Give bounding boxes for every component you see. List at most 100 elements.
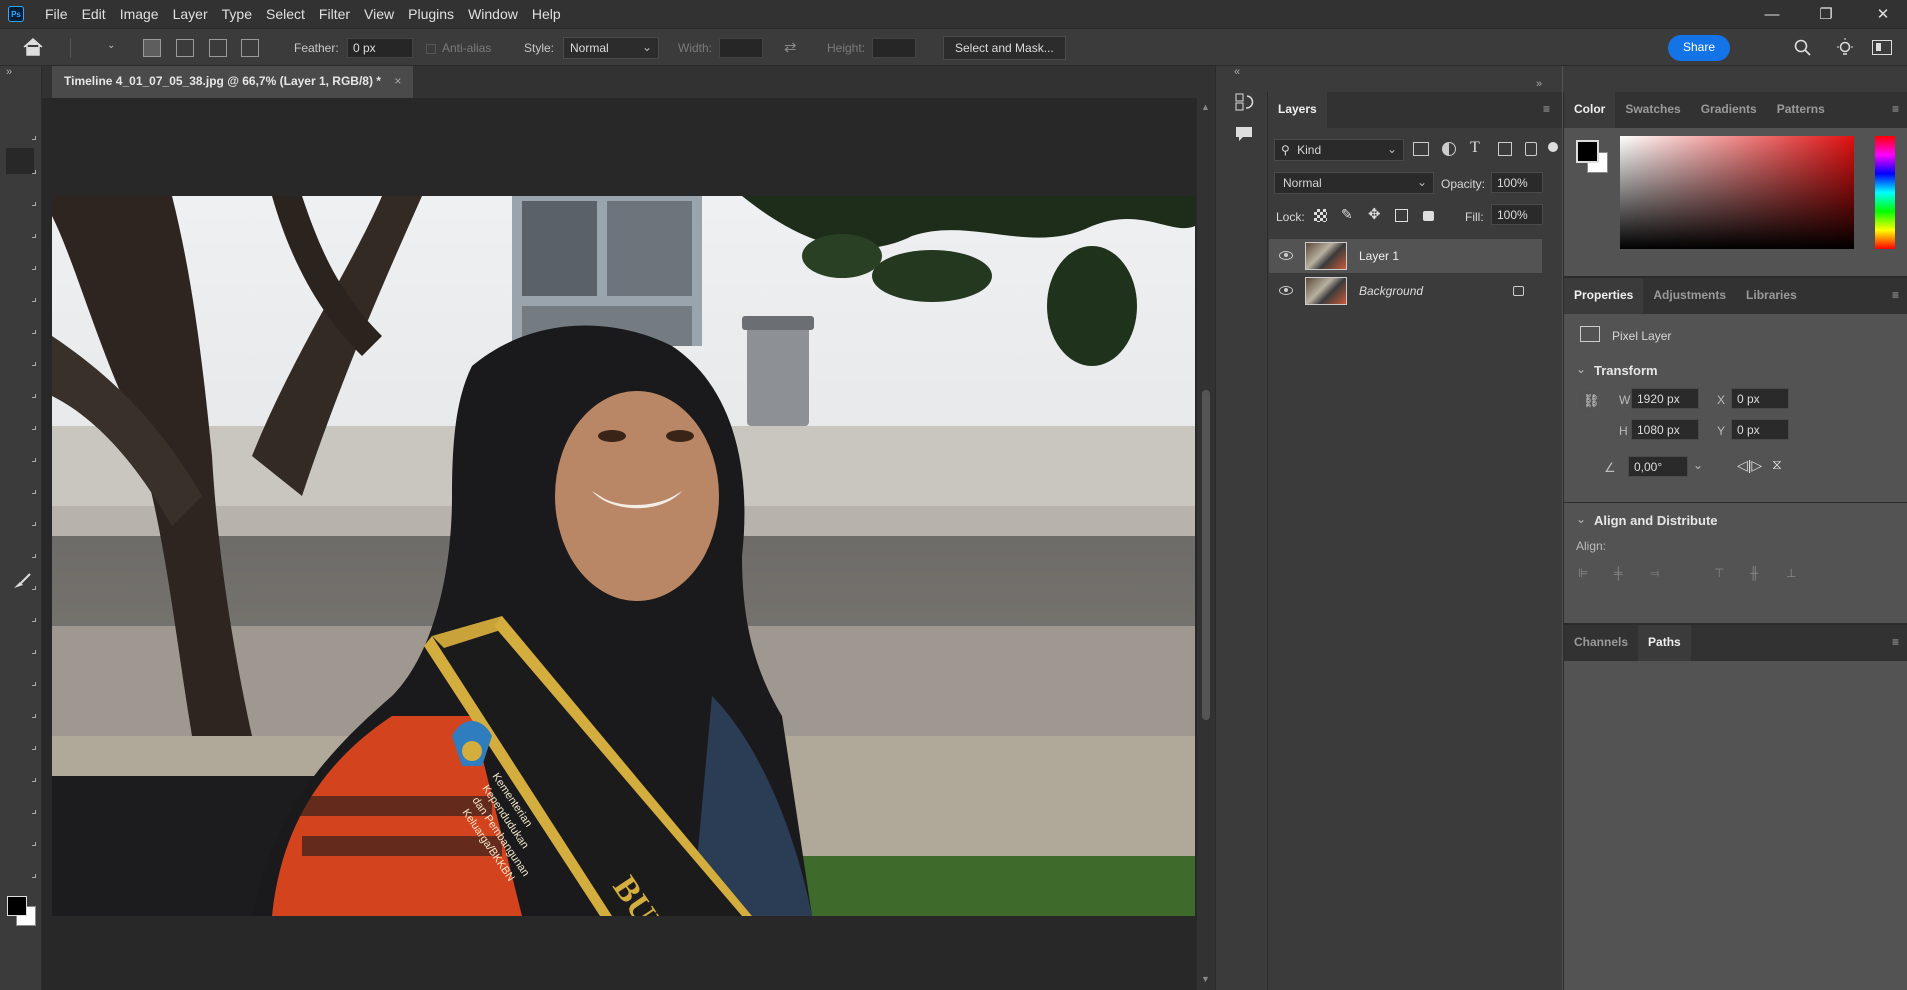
discover-lightbulb-icon[interactable] [1835,38,1855,61]
scrollbar-thumb[interactable] [1202,390,1210,720]
collapse-toolbar-icon[interactable]: » [6,66,12,78]
flip-vertical-icon[interactable]: ⧖ [1772,456,1782,473]
restore-window-icon[interactable]: ❐ [1803,0,1849,28]
home-icon[interactable] [22,37,44,60]
share-button[interactable]: Share [1668,35,1731,61]
angle-input[interactable]: 0,00° [1628,456,1688,477]
width-input[interactable] [719,38,763,58]
x-input[interactable]: 0 px [1731,388,1789,409]
panel-menu-icon[interactable]: ≡ [1892,288,1899,302]
color-field[interactable] [1620,136,1854,249]
history-icon[interactable] [1234,92,1254,115]
add-to-selection-icon[interactable] [176,39,194,57]
menu-help[interactable]: Help [525,0,568,28]
tab-paths[interactable]: Paths [1638,625,1691,661]
feather-input[interactable]: 0 px [347,38,413,58]
lock-transparent-icon[interactable] [1314,209,1327,222]
filter-toggle-icon[interactable] [1548,142,1558,152]
canvas-area[interactable]: Kementerian Kependudukan dan Pembangunan… [42,98,1197,990]
align-left-edges-icon[interactable]: ⊫ [1578,566,1588,580]
scroll-up-icon[interactable]: ▲ [1201,102,1210,112]
menu-filter[interactable]: Filter [312,0,357,28]
flip-horizontal-icon[interactable]: ◁|▷ [1737,457,1762,474]
foreground-color-chip[interactable] [1576,140,1599,163]
fill-input[interactable]: 100% [1491,204,1543,225]
layer-row-layer-1[interactable]: Layer 1 [1269,239,1542,273]
subtract-selection-icon[interactable] [209,39,227,57]
tab-gradients[interactable]: Gradients [1691,92,1767,128]
menu-type[interactable]: Type [215,0,259,28]
filter-type-icon[interactable]: T [1470,139,1480,157]
chevron-down-icon[interactable]: ⌄ [1693,458,1703,472]
lock-position-icon[interactable]: ✥ [1368,205,1381,223]
link-dimensions-icon[interactable]: ⛓ [1576,388,1600,416]
rectangular-marquee-tool[interactable] [6,148,34,174]
expand-dock-icon[interactable]: « [1234,66,1240,78]
tab-color[interactable]: Color [1564,92,1616,128]
visibility-eye-icon[interactable] [1279,286,1293,295]
document-tab[interactable]: Timeline 4_01_07_05_38.jpg @ 66,7% (Laye… [52,66,414,98]
menu-plugins[interactable]: Plugins [401,0,461,28]
comments-icon[interactable] [1234,124,1254,147]
panel-menu-icon[interactable]: ≡ [1543,102,1550,116]
blend-mode-select[interactable]: Normal ⌄ [1274,172,1434,194]
chevron-down-icon[interactable]: ⌄ [1576,362,1586,376]
filter-adjustment-icon[interactable] [1442,142,1456,156]
lock-all-icon[interactable] [1423,211,1434,221]
menu-file[interactable]: File [38,0,75,28]
chevron-down-icon[interactable]: ⌄ [1576,512,1586,526]
brush-tool-icon[interactable] [12,572,32,593]
scroll-down-icon[interactable]: ▼ [1201,974,1210,984]
layer-row-background[interactable]: Background [1269,274,1542,308]
align-horizontal-centers-icon[interactable]: ╪ [1614,566,1623,580]
align-top-edges-icon[interactable]: ⊤ [1714,566,1724,580]
tab-patterns[interactable]: Patterns [1767,92,1835,128]
style-select[interactable]: Normal ⌄ [563,37,659,59]
menu-layer[interactable]: Layer [166,0,215,28]
panel-menu-icon[interactable]: ≡ [1892,635,1899,649]
menu-select[interactable]: Select [259,0,312,28]
antialias-checkbox[interactable] [426,44,436,54]
tool-preset-picker[interactable]: ⌄ [70,38,115,58]
select-and-mask-button[interactable]: Select and Mask... [943,36,1066,60]
tab-channels[interactable]: Channels [1564,625,1638,661]
foreground-color-swatch[interactable] [7,896,27,916]
tab-libraries[interactable]: Libraries [1736,278,1807,314]
search-icon[interactable] [1794,39,1812,60]
height-input[interactable] [872,38,916,58]
tab-layers[interactable]: Layers [1268,92,1327,128]
transform-section-title[interactable]: Transform [1594,363,1658,378]
vertical-scrollbar[interactable]: ▲ ▼ [1197,98,1215,990]
align-vertical-centers-icon[interactable]: ╫ [1750,566,1759,580]
visibility-eye-icon[interactable] [1279,251,1293,260]
tab-swatches[interactable]: Swatches [1615,92,1690,128]
workspace-icon[interactable] [1872,40,1892,55]
menu-view[interactable]: View [357,0,401,28]
menu-image[interactable]: Image [113,0,166,28]
filter-pixel-icon[interactable] [1413,142,1429,156]
width-input[interactable]: 1920 px [1631,388,1699,409]
minimize-window-icon[interactable]: — [1749,0,1795,28]
new-selection-icon[interactable] [143,39,161,57]
menu-window[interactable]: Window [461,0,525,28]
align-right-edges-icon[interactable]: ⫤ [1650,566,1659,581]
image-canvas[interactable]: Kementerian Kependudukan dan Pembangunan… [52,196,1195,916]
opacity-input[interactable]: 100% [1491,172,1543,193]
tab-properties[interactable]: Properties [1564,278,1644,314]
filter-smart-object-icon[interactable] [1525,142,1537,156]
align-bottom-edges-icon[interactable]: ⊥ [1786,566,1796,580]
intersect-selection-icon[interactable] [241,39,259,57]
align-section-title[interactable]: Align and Distribute [1594,513,1718,528]
layer-filter-kind-select[interactable]: ⚲ Kind ⌄ [1274,139,1404,161]
filter-shape-icon[interactable] [1498,142,1512,156]
height-input[interactable]: 1080 px [1631,419,1699,440]
lock-image-icon[interactable]: ✎ [1341,206,1353,223]
menu-edit[interactable]: Edit [75,0,113,28]
panel-menu-icon[interactable]: ≡ [1892,102,1899,116]
close-window-icon[interactable]: ✕ [1860,0,1906,28]
photoshop-logo-icon[interactable]: Ps [8,6,24,22]
swap-icon[interactable]: ⇄ [784,38,797,56]
tab-adjustments[interactable]: Adjustments [1643,278,1736,314]
close-tab-icon[interactable]: × [394,74,401,88]
collapse-panels-icon[interactable]: » [1536,78,1542,90]
